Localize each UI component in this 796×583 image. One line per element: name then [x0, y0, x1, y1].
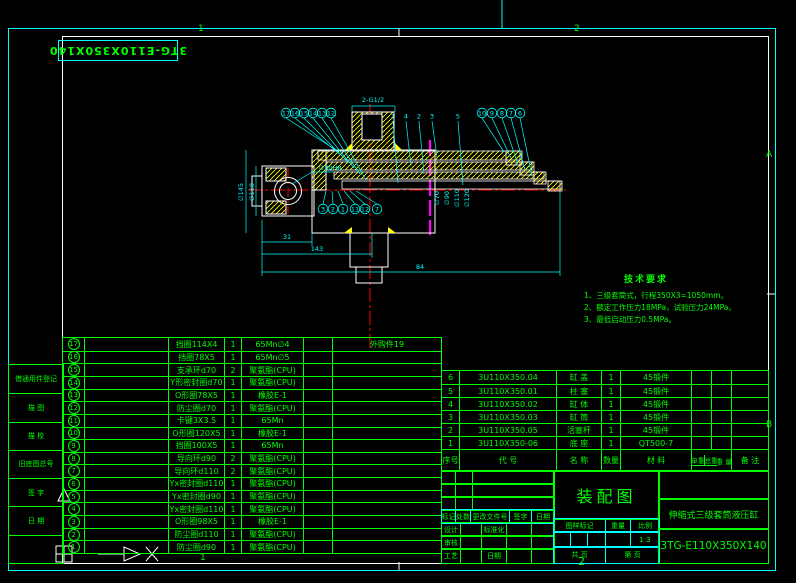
zone-right-a: A — [766, 150, 772, 160]
bom-row: 53U110X350.01柱 塞145锻件 — [442, 384, 768, 397]
balloon-number: 16 — [68, 352, 80, 364]
margin-strip-cell: 日 期 — [9, 506, 63, 534]
tech-requirement-3: 3、最低启动压力0.5MPa。 — [584, 314, 676, 325]
tech-requirement-1: 1、三级套筒式，行程350X3=1050mm。 — [584, 290, 728, 301]
parts-list-row: 15支承环d702聚氨酯(CPU) — [63, 363, 441, 376]
page-number-label: 第 页 — [606, 547, 659, 563]
parts-list-row: 1防尘圈d901聚氨酯(CPU) — [63, 540, 441, 553]
margin-strip-cell — [9, 535, 63, 563]
parts-list-row: 5Yx密封圈d901聚氨酯(CPU) — [63, 490, 441, 503]
parts-list-row: 3O形圈98X51橡胶E-1 — [63, 515, 441, 528]
margin-label-strip: 借通用件登记描 图描 校旧底图总号签 字日 期 — [8, 364, 64, 564]
drawing-type-title: 装配图 — [553, 470, 660, 520]
margin-strip-cell: 旧底图总号 — [9, 450, 63, 478]
balloon-number: 8 — [68, 453, 80, 465]
bom-row: 63U110X350.04缸 盖145锻件 — [442, 371, 768, 384]
margin-strip-cell: 描 图 — [9, 393, 63, 421]
cad-drawing-sheet: 17161514131214235109876321111272-G1/2∅30… — [0, 0, 796, 583]
balloon-number: 4 — [68, 503, 80, 515]
bom-table: 63U110X350.04缸 盖145锻件53U110X350.01柱 塞145… — [441, 370, 769, 472]
balloon-number: 5 — [68, 491, 80, 503]
drawing-number-rotated: 3TG-E110X350X140 — [49, 44, 187, 57]
title-block-process-row: 工艺 日期 — [441, 548, 555, 564]
product-name: 伸缩式三级套筒液压缸 — [658, 498, 769, 530]
pages-row: 共 页 第 页 — [553, 546, 660, 564]
balloon-number: 2 — [68, 529, 80, 541]
pages-total-label: 共 页 — [554, 547, 606, 563]
parts-list-row: 13O形圈78X51橡胶E-1 — [63, 389, 441, 402]
parts-list-table: 17挡圈114X4165Mn∅4外购件1916挡圈78X5165Mn∅515支承… — [62, 337, 442, 554]
tech-requirement-2: 2、额定工作压力18MPa，试验压力24MPa。 — [584, 302, 736, 313]
parts-list-row: 11卡键3X3.5165Mn — [63, 414, 441, 427]
balloon-number: 7 — [68, 465, 80, 477]
tech-requirements-title: 技术要求 — [624, 272, 668, 285]
balloon-number: 17 — [68, 338, 80, 350]
parts-list-row: 6Yx密封圈d1101聚氨酯(CPU) — [63, 477, 441, 490]
margin-strip-cell: 借通用件登记 — [9, 365, 63, 393]
parts-list-row: 14Y形密封圈d701聚氨酯(CPU) — [63, 376, 441, 389]
parts-list-row: 17挡圈114X4165Mn∅4外购件19 — [63, 338, 441, 351]
bom-row: 23U110X350.05活塞杆145锻件 — [442, 423, 768, 436]
parts-list-row: 2防尘圈d1101聚氨酯(CPU) — [63, 528, 441, 541]
balloon-number: 11 — [68, 415, 80, 427]
balloon-number: 1 — [68, 541, 80, 553]
drawing-number: 3TG-E110X350X140 — [658, 528, 769, 564]
balloon-number: 6 — [68, 478, 80, 490]
drawing-number-label-box: 3TG-E110X350X140 — [58, 40, 178, 61]
balloon-number: 3 — [68, 516, 80, 528]
parts-list-row: 8导向环d902聚氨酯(CPU) — [63, 452, 441, 465]
parts-list-row: 4Yx密封圈d1101聚氨酯(CPU) — [63, 502, 441, 515]
bom-row: 33U110X350.03缸 筒145锻件 — [442, 410, 768, 423]
balloon-number: 13 — [68, 390, 80, 402]
process-label: 工艺 — [442, 549, 461, 563]
zone-top-2: 2 — [574, 24, 580, 34]
zone-top-1: 1 — [198, 24, 204, 34]
margin-strip-cell: 签 字 — [9, 478, 63, 506]
parts-list-row: 10O形圈120X51橡胶E-1 — [63, 427, 441, 440]
parts-list-row: 12防尘圈d701聚氨酯(CPU) — [63, 401, 441, 414]
balloon-number: 14 — [68, 377, 80, 389]
zone-bottom-1: 1 — [200, 553, 206, 563]
bom-row: 13U110X350-06底 座1QT500-7 — [442, 436, 768, 449]
balloon-number: 12 — [68, 402, 80, 414]
parts-list-row: 7导向环d1102聚氨酯(CPU) — [63, 464, 441, 477]
balloon-number: 10 — [68, 428, 80, 440]
date-label: 日期 — [482, 549, 507, 563]
scale-value: 1:3 — [631, 532, 659, 547]
balloon-number: 9 — [68, 440, 80, 452]
balloon-number: 15 — [68, 364, 80, 376]
parts-list-row: 16挡圈78X5165Mn∅5 — [63, 351, 441, 364]
margin-strip-cell: 描 校 — [9, 422, 63, 450]
bom-row: 43U110X350.02缸 体145锻件 — [442, 397, 768, 410]
title-block-spare-cell — [658, 470, 769, 500]
bom-header-row: 序号代 号名 称数量材 料单重总重重 量备 注 — [442, 449, 768, 471]
parts-list-row: 9挡圈100X5165Mn — [63, 439, 441, 452]
